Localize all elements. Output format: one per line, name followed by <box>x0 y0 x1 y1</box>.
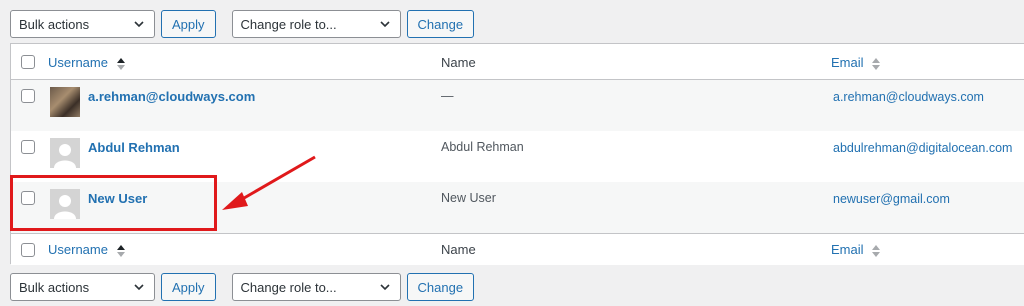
username-text: Abdul Rehman <box>88 140 180 155</box>
email-link[interactable]: abdulrehman@digitalocean.com <box>833 140 1012 155</box>
bulk-actions-select[interactable]: Bulk actions <box>10 10 155 38</box>
name-column-header: Name <box>441 55 476 70</box>
tablenav-bottom: Bulk actions Apply Change role to... Cha… <box>10 273 475 301</box>
email-column-header[interactable]: Email <box>831 55 881 70</box>
highlight-box <box>10 175 217 231</box>
select-all-checkbox[interactable] <box>21 55 35 69</box>
sort-icon <box>872 244 881 257</box>
username-link[interactable]: Abdul Rehman <box>88 140 180 155</box>
sort-icon <box>872 57 881 70</box>
name-header-label: Name <box>441 55 476 70</box>
name-cell: — <box>441 89 454 103</box>
username-link[interactable]: a.rehman@cloudways.com <box>88 89 255 104</box>
name-footer-label: Name <box>441 242 476 257</box>
change-role-select[interactable]: Change role to... <box>231 10 401 38</box>
change-role-select-bottom[interactable]: Change role to... <box>231 273 401 301</box>
default-avatar-icon <box>54 144 76 168</box>
table-header: Username Name Email <box>11 44 1024 80</box>
chevron-down-icon <box>379 21 390 28</box>
name-cell: New User <box>441 191 496 205</box>
email-text: newuser@gmail.com <box>833 192 950 206</box>
red-arrow-icon <box>222 155 316 210</box>
chevron-down-icon <box>134 21 144 28</box>
username-column-header[interactable]: Username <box>48 55 125 70</box>
bulk-actions-select-bottom[interactable]: Bulk actions <box>10 273 155 301</box>
change-role-label: Change role to... <box>240 16 337 32</box>
username-text: a.rehman@cloudways.com <box>88 89 256 104</box>
tablenav-top: Bulk actions Apply Change role to... Cha… <box>10 10 475 38</box>
table-row: a.rehman@cloudways.com — a.rehman@cloudw… <box>11 80 1024 131</box>
username-header-label: Username <box>48 55 108 70</box>
row-checkbox[interactable] <box>21 140 35 154</box>
avatar <box>50 138 80 168</box>
email-text: abdulrehman@digitalocean.com <box>833 141 1013 155</box>
name-column-footer: Name <box>441 242 476 257</box>
apply-button-bottom[interactable]: Apply <box>161 273 216 301</box>
sort-asc-icon <box>116 57 125 70</box>
email-column-footer[interactable]: Email <box>831 242 881 257</box>
apply-button[interactable]: Apply <box>161 10 216 38</box>
sort-asc-icon <box>116 244 125 257</box>
bulk-actions-label: Bulk actions <box>19 16 90 32</box>
table-footer: Username Name Email <box>11 233 1024 265</box>
change-button-bottom[interactable]: Change <box>406 273 475 301</box>
email-link[interactable]: a.rehman@cloudways.com <box>833 89 984 104</box>
email-footer-label: Email <box>831 242 864 257</box>
change-button[interactable]: Change <box>406 10 475 38</box>
name-cell: Abdul Rehman <box>441 140 524 154</box>
chevron-down-icon <box>379 284 390 291</box>
chevron-down-icon <box>134 284 144 291</box>
username-footer-label: Username <box>48 242 108 257</box>
bulk-actions-label: Bulk actions <box>19 279 90 295</box>
email-header-label: Email <box>831 55 864 70</box>
select-all-checkbox-footer[interactable] <box>21 243 35 257</box>
avatar <box>50 87 80 117</box>
change-role-label: Change role to... <box>240 279 337 295</box>
email-text: a.rehman@cloudways.com <box>833 90 984 104</box>
username-column-footer[interactable]: Username <box>48 242 125 257</box>
row-checkbox[interactable] <box>21 89 35 103</box>
email-link[interactable]: newuser@gmail.com <box>833 191 950 206</box>
